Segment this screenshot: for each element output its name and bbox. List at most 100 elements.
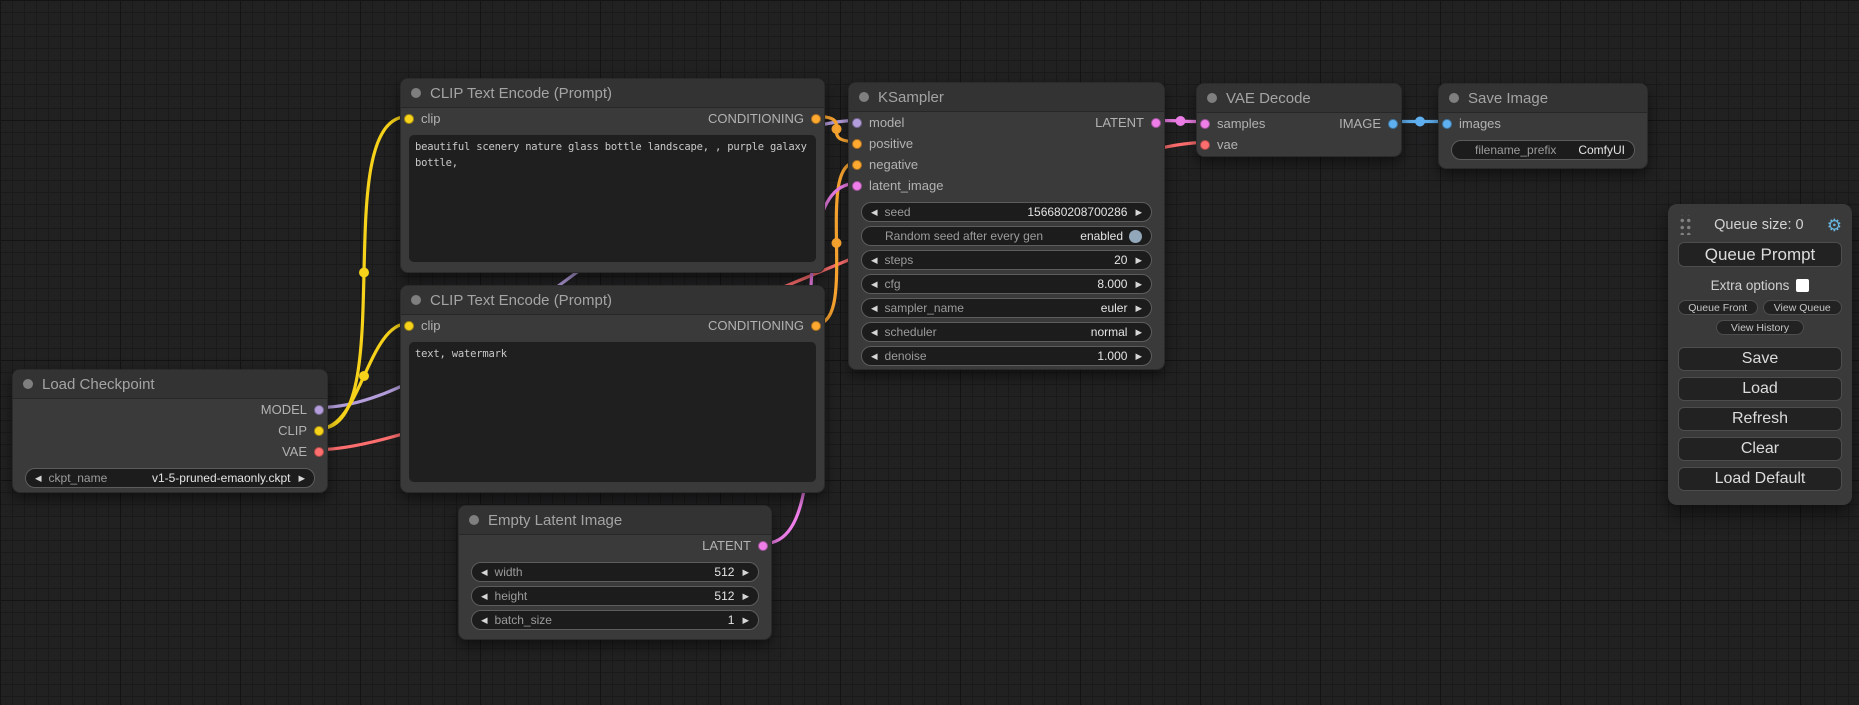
widget-cfg[interactable]: ◀cfg8.000▶ — [861, 274, 1152, 294]
node-save-image-header[interactable]: Save Image — [1439, 84, 1647, 113]
widget-scheduler[interactable]: ◀schedulernormal▶ — [861, 322, 1152, 342]
input-latent_image-dot[interactable] — [852, 181, 862, 191]
view-queue-button[interactable]: View Queue — [1763, 300, 1843, 315]
node-ksampler[interactable]: KSampler model LATENT positive negative laten… — [848, 82, 1165, 370]
link-midpoint-dot[interactable] — [359, 371, 369, 381]
widget-width[interactable]: ◀width512▶ — [471, 562, 759, 582]
output-conditioning[interactable]: CONDITIONING — [708, 111, 824, 126]
toggle-knob-icon[interactable] — [1129, 230, 1142, 243]
node-clip-text-encode-negative-text-area[interactable]: text, watermark — [409, 342, 816, 482]
input-latent_image[interactable]: latent_image — [849, 178, 943, 193]
output-model[interactable]: MODEL — [261, 402, 327, 417]
node-ksampler-header[interactable]: KSampler — [849, 83, 1164, 112]
input-vae[interactable]: vae — [1197, 137, 1238, 152]
widget-denoise[interactable]: ◀denoise1.000▶ — [861, 346, 1152, 366]
node-load-checkpoint[interactable]: Load Checkpoint MODEL CLIP VAE ◀ckpt_namev1-… — [12, 369, 328, 493]
arrow-right-icon[interactable]: ▶ — [298, 474, 305, 483]
arrow-left-icon[interactable]: ◀ — [481, 592, 488, 601]
collapse-dot-icon[interactable] — [23, 379, 33, 389]
output-image[interactable]: IMAGE — [1339, 116, 1401, 131]
output-model-dot[interactable] — [314, 405, 324, 415]
node-clip-text-encode-negative[interactable]: CLIP Text Encode (Prompt) clip CONDITIONIN… — [400, 285, 825, 493]
input-samples[interactable]: samples — [1197, 116, 1265, 131]
output-latent-dot[interactable] — [758, 541, 768, 551]
input-clip[interactable]: clip — [401, 318, 441, 333]
arrow-left-icon[interactable]: ◀ — [871, 256, 878, 265]
node-clip-text-encode-positive[interactable]: CLIP Text Encode (Prompt) clip CONDITIONIN… — [400, 78, 825, 273]
link-midpoint-dot[interactable] — [832, 124, 842, 134]
arrow-right-icon[interactable]: ▶ — [1135, 328, 1142, 337]
arrow-right-icon[interactable]: ▶ — [1135, 304, 1142, 313]
queue-prompt-button[interactable]: Queue Prompt — [1678, 242, 1842, 267]
collapse-dot-icon[interactable] — [1449, 93, 1459, 103]
input-samples-dot[interactable] — [1200, 119, 1210, 129]
arrow-right-icon[interactable]: ▶ — [1135, 352, 1142, 361]
input-positive-dot[interactable] — [852, 139, 862, 149]
link-midpoint-dot[interactable] — [832, 238, 842, 248]
extra-options-checkbox[interactable] — [1796, 279, 1809, 292]
widget-ckpt_name[interactable]: ◀ckpt_namev1-5-pruned-emaonly.ckpt▶ — [25, 468, 315, 488]
arrow-left-icon[interactable]: ◀ — [871, 328, 878, 337]
link-midpoint-dot[interactable] — [359, 268, 369, 278]
arrow-left-icon[interactable]: ◀ — [481, 616, 488, 625]
output-vae[interactable]: VAE — [282, 444, 327, 459]
input-model[interactable]: model — [849, 115, 904, 130]
output-vae-dot[interactable] — [314, 447, 324, 457]
widget-sampler_name[interactable]: ◀sampler_nameeuler▶ — [861, 298, 1152, 318]
node-load-checkpoint-header[interactable]: Load Checkpoint — [13, 370, 327, 399]
load-default-button[interactable]: Load Default — [1678, 467, 1842, 491]
collapse-dot-icon[interactable] — [469, 515, 479, 525]
arrow-right-icon[interactable]: ▶ — [1135, 280, 1142, 289]
arrow-right-icon[interactable]: ▶ — [1135, 208, 1142, 217]
input-negative-dot[interactable] — [852, 160, 862, 170]
clear-button[interactable]: Clear — [1678, 437, 1842, 461]
node-clip-text-encode-negative-header[interactable]: CLIP Text Encode (Prompt) — [401, 286, 824, 315]
arrow-right-icon[interactable]: ▶ — [742, 592, 749, 601]
node-clip-text-encode-positive-header[interactable]: CLIP Text Encode (Prompt) — [401, 79, 824, 108]
node-save-image[interactable]: Save Imageimagesfilename_prefixComfyUI — [1438, 83, 1648, 169]
output-clip-dot[interactable] — [314, 426, 324, 436]
input-images[interactable]: images — [1439, 116, 1501, 131]
arrow-left-icon[interactable]: ◀ — [35, 474, 42, 483]
widget-batch_size[interactable]: ◀batch_size1▶ — [471, 610, 759, 630]
input-images-dot[interactable] — [1442, 119, 1452, 129]
output-latent[interactable]: LATENT — [702, 538, 771, 553]
output-image-dot[interactable] — [1388, 119, 1398, 129]
arrow-left-icon[interactable]: ◀ — [871, 352, 878, 361]
output-clip[interactable]: CLIP — [278, 423, 327, 438]
input-clip[interactable]: clip — [401, 111, 441, 126]
arrow-left-icon[interactable]: ◀ — [871, 304, 878, 313]
output-conditioning-dot[interactable] — [811, 114, 821, 124]
widget-steps[interactable]: ◀steps20▶ — [861, 250, 1152, 270]
link-midpoint-dot[interactable] — [1176, 116, 1186, 126]
view-history-button[interactable]: View History — [1716, 320, 1804, 335]
node-empty-latent-image-header[interactable]: Empty Latent Image — [459, 506, 771, 535]
input-model-dot[interactable] — [852, 118, 862, 128]
input-negative[interactable]: negative — [849, 157, 918, 172]
collapse-dot-icon[interactable] — [1207, 93, 1217, 103]
link-midpoint-dot[interactable] — [1415, 117, 1425, 127]
drag-handle-icon[interactable] — [1678, 215, 1691, 235]
save-button[interactable]: Save — [1678, 347, 1842, 371]
arrow-right-icon[interactable]: ▶ — [742, 568, 749, 577]
node-clip-text-encode-positive-text-area[interactable]: beautiful scenery nature glass bottle la… — [409, 135, 816, 262]
load-button[interactable]: Load — [1678, 377, 1842, 401]
output-latent-dot[interactable] — [1151, 118, 1161, 128]
input-positive[interactable]: positive — [849, 136, 913, 151]
input-clip-dot[interactable] — [404, 114, 414, 124]
node-vae-decode[interactable]: VAE DecodesamplesIMAGEvae — [1196, 83, 1402, 157]
widget-seed[interactable]: ◀seed156680208700286▶ — [861, 202, 1152, 222]
arrow-left-icon[interactable]: ◀ — [871, 208, 878, 217]
output-latent[interactable]: LATENT — [1095, 115, 1164, 130]
refresh-button[interactable]: Refresh — [1678, 407, 1842, 431]
input-clip-dot[interactable] — [404, 321, 414, 331]
collapse-dot-icon[interactable] — [859, 92, 869, 102]
collapse-dot-icon[interactable] — [411, 295, 421, 305]
widget-height[interactable]: ◀height512▶ — [471, 586, 759, 606]
gear-icon[interactable]: ⚙ — [1827, 217, 1842, 234]
widget-Random seed after every gen[interactable]: Random seed after every genenabled — [861, 226, 1152, 246]
node-empty-latent-image[interactable]: Empty Latent Image LATENT ◀width512▶ ◀heigh… — [458, 505, 772, 640]
collapse-dot-icon[interactable] — [411, 88, 421, 98]
output-conditioning[interactable]: CONDITIONING — [708, 318, 824, 333]
comfyui-canvas[interactable]: { "ui": { "arrow_left": "◀", "arrow_righ… — [0, 0, 1859, 705]
